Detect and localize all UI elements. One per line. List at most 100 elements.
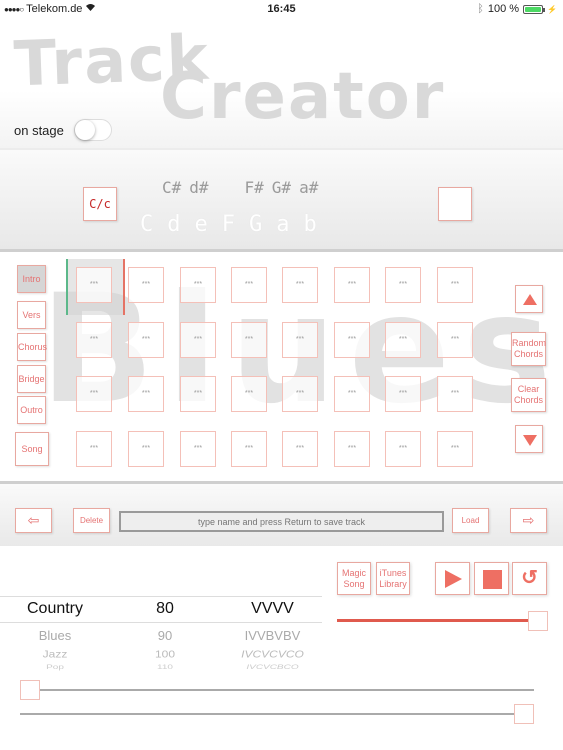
tempo-picker-column[interactable]: 80 90 100 110: [130, 594, 200, 674]
chord-cell[interactable]: ***: [385, 376, 421, 412]
pattern-option[interactable]: IVVBVBV: [225, 626, 320, 646]
loop-end-marker[interactable]: [123, 259, 125, 315]
key-g[interactable]: G: [249, 212, 262, 237]
chord-cell[interactable]: ***: [231, 322, 267, 358]
chord-cell[interactable]: ***: [231, 431, 267, 467]
key-f-sharp[interactable]: F#: [245, 178, 264, 197]
clear-chords-button[interactable]: Clear Chords: [511, 378, 546, 412]
pattern-option[interactable]: IVCVCBCO: [225, 664, 320, 671]
chord-cell[interactable]: ***: [128, 376, 164, 412]
style-picker[interactable]: Country Blues Jazz Pop 80 90 100 110 VVV…: [0, 594, 322, 674]
song-button[interactable]: Song: [15, 432, 49, 466]
chord-cell[interactable]: ***: [282, 322, 318, 358]
chord-cell[interactable]: ***: [128, 431, 164, 467]
chord-cell[interactable]: ***: [282, 431, 318, 467]
delete-button[interactable]: Delete: [73, 508, 110, 533]
itunes-library-button[interactable]: iTunes Library: [376, 562, 410, 595]
section-vers-button[interactable]: Vers: [17, 301, 46, 329]
magic-song-button[interactable]: Magic Song: [337, 562, 371, 595]
key-a-sharp[interactable]: a#: [299, 178, 318, 197]
stop-button[interactable]: [474, 562, 509, 595]
genre-option[interactable]: Jazz: [10, 647, 100, 661]
section-intro-button[interactable]: Intro: [17, 265, 46, 293]
chord-cell[interactable]: ***: [334, 431, 370, 467]
key-d-sharp[interactable]: d#: [189, 178, 208, 197]
tempo-option[interactable]: 90: [130, 626, 200, 646]
key-f[interactable]: F: [222, 212, 235, 237]
scroll-down-button[interactable]: [515, 425, 543, 453]
tempo-option[interactable]: 110: [130, 664, 200, 671]
chord-cell[interactable]: ***: [437, 267, 473, 303]
chord-cell[interactable]: ***: [180, 431, 216, 467]
chord-cell[interactable]: ***: [385, 431, 421, 467]
slider-1-track[interactable]: [40, 689, 534, 691]
chord-cell[interactable]: ***: [231, 267, 267, 303]
volume-slider-track[interactable]: [337, 619, 529, 622]
chord-cell[interactable]: ***: [180, 322, 216, 358]
clear-chords-label-2: Chords: [513, 395, 543, 405]
key-selector-bar: C/c C# d# F# G# a# CdeFGab: [0, 148, 563, 252]
chord-cell[interactable]: ***: [437, 322, 473, 358]
toggle-knob: [75, 120, 95, 140]
chord-cell[interactable]: ***: [385, 322, 421, 358]
chord-cell[interactable]: ***: [180, 267, 216, 303]
tempo-option-selected[interactable]: 80: [130, 598, 200, 620]
chord-cell[interactable]: ***: [334, 267, 370, 303]
chord-cell[interactable]: ***: [128, 267, 164, 303]
pattern-option-selected[interactable]: VVVV: [225, 598, 320, 620]
genre-picker-column[interactable]: Country Blues Jazz Pop: [10, 594, 100, 674]
chord-cell[interactable]: ***: [282, 267, 318, 303]
charging-icon: ⚡: [547, 4, 557, 14]
pattern-option[interactable]: IVCVCVCO: [225, 647, 320, 661]
slider-2-track[interactable]: [20, 713, 514, 715]
chord-cell[interactable]: ***: [76, 267, 112, 303]
repeat-button[interactable]: ↺: [512, 562, 547, 595]
slider-1-thumb[interactable]: [20, 680, 40, 700]
volume-slider-thumb[interactable]: [528, 611, 548, 631]
key-display-button[interactable]: [438, 187, 472, 221]
key-b[interactable]: b: [304, 212, 317, 237]
previous-track-button[interactable]: ⇦: [15, 508, 52, 533]
next-track-button[interactable]: ⇨: [510, 508, 547, 533]
chord-cell[interactable]: ***: [76, 431, 112, 467]
section-chorus-button[interactable]: Chorus: [17, 333, 47, 361]
section-bridge-button[interactable]: Bridge: [17, 365, 46, 393]
key-d[interactable]: d: [167, 212, 180, 237]
sharp-keys: C# d# F# G# a#: [162, 178, 326, 197]
genre-option[interactable]: Blues: [10, 626, 100, 646]
chord-cell[interactable]: ***: [76, 376, 112, 412]
chord-cell[interactable]: ***: [385, 267, 421, 303]
key-e[interactable]: e: [195, 212, 208, 237]
chord-cell[interactable]: ***: [437, 376, 473, 412]
genre-option[interactable]: Pop: [10, 664, 100, 671]
section-outro-button[interactable]: Outro: [17, 396, 46, 424]
chord-cell[interactable]: ***: [231, 376, 267, 412]
header: Track Creator on stage: [0, 20, 563, 148]
scroll-up-button[interactable]: [515, 285, 543, 313]
bluetooth-icon: ᛒ: [477, 3, 484, 15]
chord-cell[interactable]: ***: [128, 322, 164, 358]
play-button[interactable]: [435, 562, 470, 595]
slider-2-thumb[interactable]: [514, 704, 534, 724]
loop-start-marker[interactable]: [66, 259, 68, 315]
chord-cell[interactable]: ***: [334, 322, 370, 358]
chord-cell[interactable]: ***: [334, 376, 370, 412]
genre-option-selected[interactable]: Country: [10, 598, 100, 620]
itunes-library-label-2: Library: [379, 579, 407, 589]
key-c-sharp[interactable]: C#: [162, 178, 181, 197]
tempo-option[interactable]: 100: [130, 647, 200, 661]
chord-cell[interactable]: ***: [180, 376, 216, 412]
status-bar: ●●●●○ Telekom.de 16:45 ᛒ 100 % ⚡: [0, 0, 563, 20]
random-chords-button[interactable]: Random Chords: [511, 332, 546, 366]
chord-cell[interactable]: ***: [437, 431, 473, 467]
track-name-input[interactable]: [119, 511, 444, 532]
key-a[interactable]: a: [276, 212, 289, 237]
chord-cell[interactable]: ***: [282, 376, 318, 412]
chord-cell[interactable]: ***: [76, 322, 112, 358]
pattern-picker-column[interactable]: VVVV IVVBVBV IVCVCVCO IVCVCBCO: [225, 594, 320, 674]
on-stage-toggle[interactable]: [74, 119, 112, 141]
major-minor-toggle-button[interactable]: C/c: [83, 187, 117, 221]
key-g-sharp[interactable]: G#: [272, 178, 291, 197]
load-button[interactable]: Load: [452, 508, 489, 533]
key-c[interactable]: C: [140, 212, 153, 237]
